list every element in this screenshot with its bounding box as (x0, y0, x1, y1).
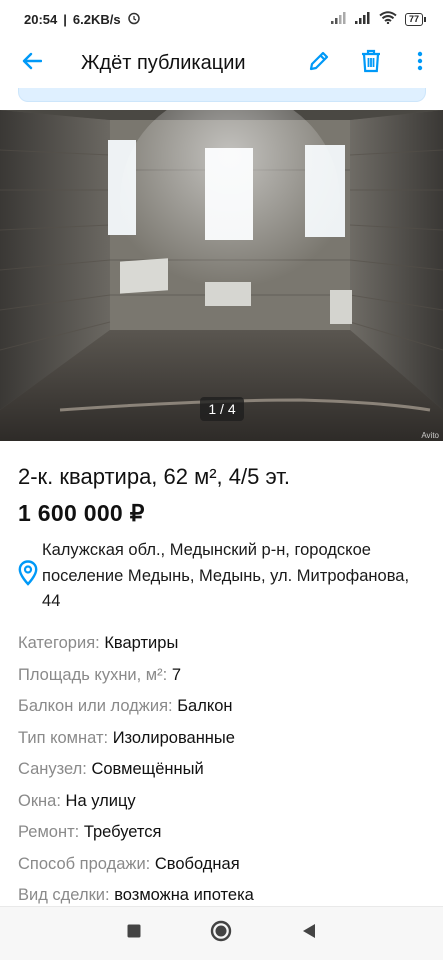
more-options-button[interactable] (397, 38, 443, 88)
property-label: Санузел: (18, 760, 87, 778)
property-row: Санузел: Совмещённый (18, 756, 428, 788)
property-row: Тип комнат: Изолированные (18, 725, 428, 757)
status-time: 20:54 (24, 11, 58, 27)
property-value: Свободная (154, 854, 240, 873)
system-nav-bar (0, 906, 443, 960)
property-value: 7 (171, 665, 182, 684)
wifi-icon (379, 11, 397, 27)
more-vertical-icon (417, 51, 423, 76)
property-row: Площадь кухни, м²: 7 (18, 662, 428, 694)
alarm-icon (127, 11, 141, 28)
property-row: Балкон или лоджия: Балкон (18, 693, 428, 725)
property-row: Ремонт: Требуется (18, 819, 428, 851)
property-value: Требуется (83, 823, 162, 841)
app-bar: Ждёт публикации (0, 38, 443, 88)
listing-address: Калужская обл., Медынский р-н, городское… (42, 541, 410, 610)
status-banner (18, 88, 426, 102)
photo-counter: 1 / 4 (200, 397, 244, 421)
signal-icon-2 (354, 11, 371, 27)
property-label: Ремонт: (18, 823, 80, 841)
listing-title: 2-к. квартира, 62 м², 4/5 эт. (18, 464, 290, 489)
battery-indicator: 77 (404, 12, 427, 26)
recents-button[interactable] (114, 914, 154, 954)
property-value: Квартиры (104, 634, 179, 652)
property-label: Окна: (18, 791, 61, 810)
back-button[interactable] (0, 38, 64, 88)
property-list: Категория: Квартиры Площадь кухни, м²: 7… (18, 630, 428, 914)
trash-icon (360, 49, 382, 78)
property-value: Совмещённый (91, 760, 204, 778)
property-value: Изолированные (112, 728, 235, 747)
photo-gallery[interactable] (0, 110, 443, 441)
property-row: Окна: На улицу (18, 788, 428, 820)
delete-button[interactable] (345, 38, 397, 88)
property-value: возможна ипотека (114, 886, 254, 904)
back-nav-button[interactable] (289, 914, 329, 954)
property-label: Площадь кухни, м²: (18, 665, 168, 684)
property-value: На улицу (65, 791, 136, 810)
network-speed: 6.2KB/s (72, 11, 121, 27)
square-icon (127, 924, 141, 943)
property-row: Способ продажи: Свободная (18, 851, 428, 883)
address-block[interactable]: Калужская обл., Медынский р-н, городское… (18, 538, 428, 615)
property-label: Способ продажи: (18, 854, 151, 873)
circle-icon (210, 920, 232, 947)
triangle-back-icon (302, 923, 316, 944)
home-button[interactable] (201, 914, 241, 954)
edit-button[interactable] (293, 38, 345, 88)
property-label: Тип комнат: (18, 728, 109, 747)
status-bar: 20:54 | 6.2KB/s 77 (0, 0, 443, 38)
map-pin-icon (18, 560, 38, 590)
property-label: Балкон или лоджия: (18, 697, 173, 715)
avito-watermark: Avito (421, 431, 439, 440)
arrow-left-icon (22, 52, 43, 75)
page-title: Ждёт публикации (81, 51, 246, 74)
listing-price: 1 600 000 ₽ (18, 500, 145, 526)
property-row: Категория: Квартиры (18, 630, 428, 662)
apartment-photo (0, 110, 443, 441)
signal-icon (330, 11, 347, 27)
property-value: Балкон (177, 697, 233, 715)
property-label: Категория: (18, 634, 100, 652)
property-label: Вид сделки: (18, 886, 110, 904)
pencil-icon (307, 49, 331, 78)
